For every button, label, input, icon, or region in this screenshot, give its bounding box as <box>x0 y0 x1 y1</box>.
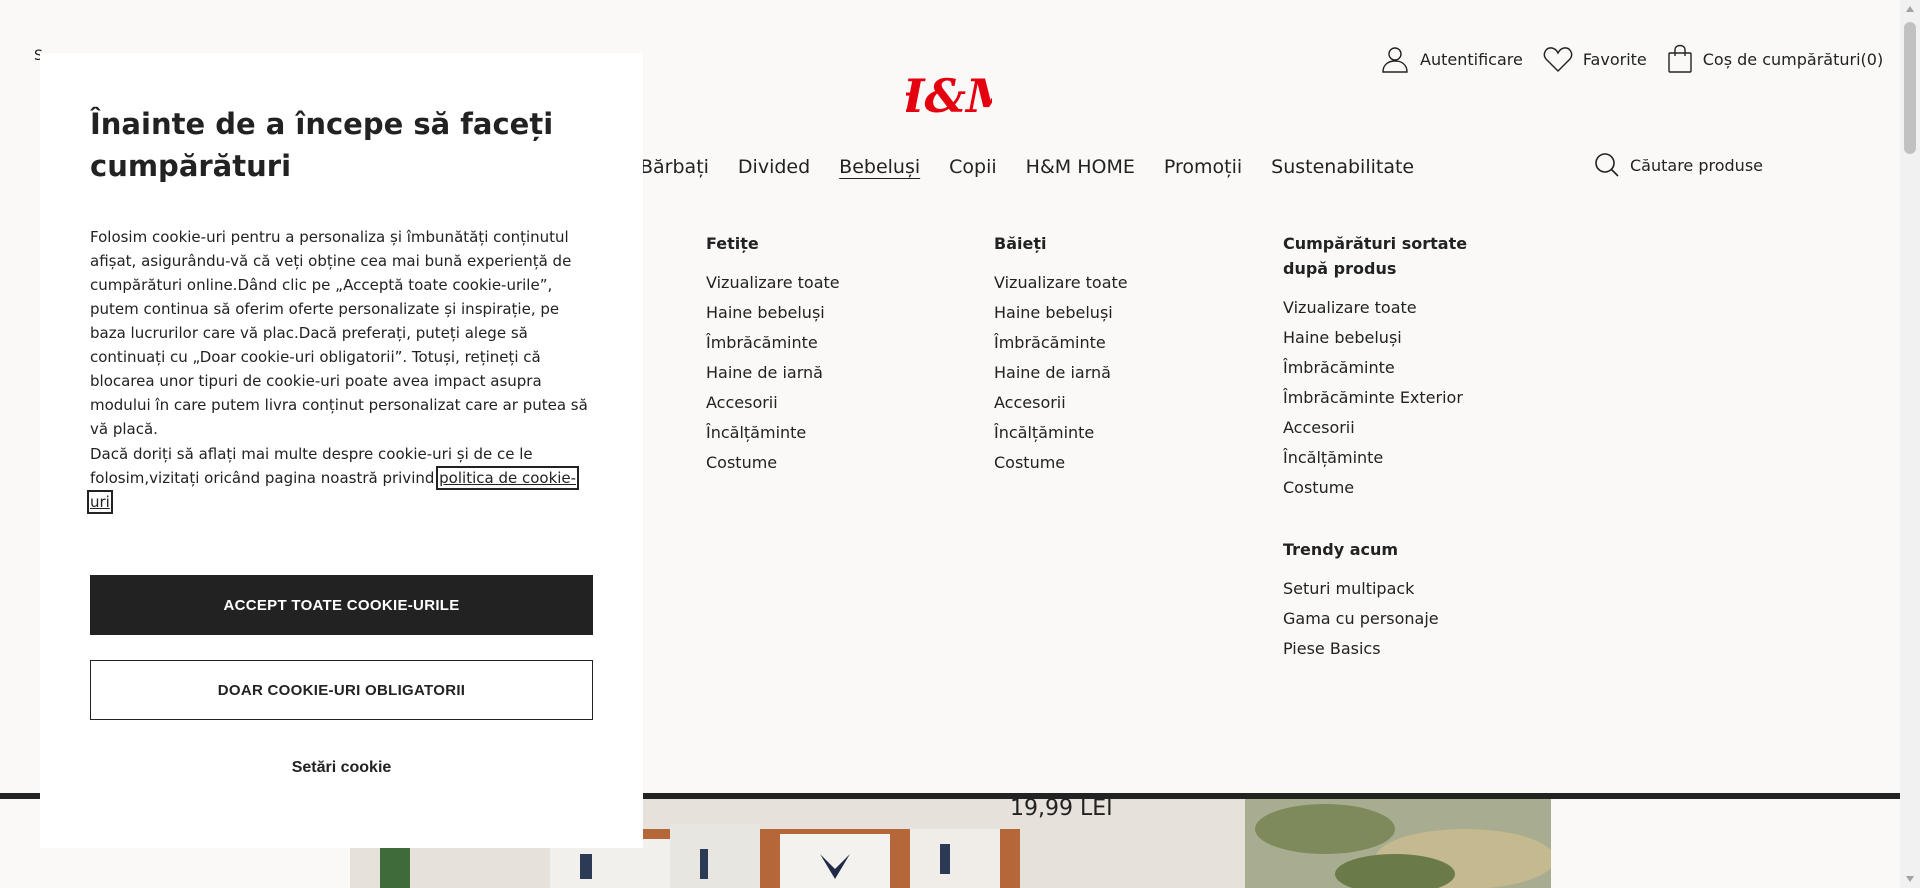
dropdown-item[interactable]: Vizualizare toate <box>706 268 840 298</box>
plants-illustration <box>1245 799 1551 888</box>
dropdown-title-trending: Trendy acum <box>1283 540 1399 559</box>
dropdown-title-by-product: Cumpărături sortate după produs <box>1283 234 1468 278</box>
dropdown-item[interactable]: Piese Basics <box>1283 634 1439 664</box>
search-field[interactable]: Căutare produse <box>1594 152 1763 178</box>
cart-link[interactable]: Coș de cumpărături(0) <box>1667 44 1883 74</box>
main-navigation: Bărbați Divided Bebeluși Copii H&M HOME … <box>640 156 1443 178</box>
banner-image-plants[interactable] <box>1245 799 1551 888</box>
dropdown-item[interactable]: Încălțăminte <box>706 418 840 448</box>
dropdown-col-trending: Trendy acum Seturi multipack Gama cu per… <box>1283 537 1439 664</box>
dropdown-list-by-product: Vizualizare toate Haine bebeluși Îmbrăcă… <box>1283 293 1513 503</box>
accept-all-cookies-button[interactable]: ACCEPT TOATE COOKIE-URILE <box>90 575 593 635</box>
dropdown-col-by-product: Cumpărături sortate după produs Vizualiz… <box>1283 231 1513 503</box>
dropdown-item[interactable]: Încălțăminte <box>1283 443 1513 473</box>
dropdown-item[interactable]: Seturi multipack <box>1283 574 1439 604</box>
favorites-link[interactable]: Favorite <box>1543 45 1647 73</box>
dropdown-item[interactable]: Costume <box>994 448 1128 478</box>
scroll-down-arrow-icon[interactable] <box>1906 876 1914 882</box>
cookie-description: Folosim cookie-uri pentru a personaliza … <box>90 228 588 438</box>
nav-sale[interactable]: Promoții <box>1164 156 1242 178</box>
hm-logo[interactable]: H&M <box>906 64 992 124</box>
dropdown-item[interactable]: Îmbrăcăminte <box>1283 353 1513 383</box>
required-cookies-only-button[interactable]: DOAR COOKIE-URI OBLIGATORII <box>90 660 593 720</box>
nav-baby[interactable]: Bebeluși <box>839 156 920 178</box>
nav-kids[interactable]: Copii <box>949 156 997 178</box>
dropdown-item[interactable]: Vizualizare toate <box>994 268 1128 298</box>
heart-icon <box>1543 47 1573 72</box>
dropdown-item[interactable]: Haine bebeluși <box>994 298 1128 328</box>
dropdown-title-girls: Fetițe <box>706 234 759 253</box>
cookie-settings-button[interactable]: Setări cookie <box>90 753 593 783</box>
dropdown-list-boys: Vizualizare toate Haine bebeluși Îmbrăcă… <box>994 268 1128 478</box>
dropdown-item[interactable]: Haine de iarnă <box>706 358 840 388</box>
dropdown-item[interactable]: Gama cu personaje <box>1283 604 1439 634</box>
account-utilities: Autentificare Favorite Coș de cumpărătur… <box>1380 44 1883 74</box>
nav-men[interactable]: Bărbați <box>640 156 709 178</box>
page-scrollbar[interactable] <box>1900 0 1920 888</box>
scroll-up-arrow-icon[interactable] <box>1906 6 1914 12</box>
dropdown-item[interactable]: Accesorii <box>1283 413 1513 443</box>
dropdown-item[interactable]: Haine bebeluși <box>706 298 840 328</box>
search-icon <box>1595 153 1619 177</box>
cookie-more-info: Dacă doriți să aflați mai multe despre c… <box>86 442 595 514</box>
dropdown-item[interactable]: Costume <box>706 448 840 478</box>
cart-label: Coș de cumpărături(0) <box>1702 49 1884 69</box>
logo-text: H&M <box>906 69 992 123</box>
nav-divided[interactable]: Divided <box>738 156 810 178</box>
dropdown-item[interactable]: Accesorii <box>994 388 1128 418</box>
shopping-bag-icon <box>1668 44 1692 73</box>
dropdown-item[interactable]: Încălțăminte <box>994 418 1128 448</box>
nav-home[interactable]: H&M HOME <box>1026 156 1135 178</box>
login-label: Autentificare <box>1420 49 1523 69</box>
dropdown-col-girls: Fetițe Vizualizare toate Haine bebeluși … <box>706 231 840 478</box>
dropdown-item[interactable]: Vizualizare toate <box>1283 293 1513 323</box>
dropdown-item[interactable]: Haine bebeluși <box>1283 323 1513 353</box>
search-placeholder: Căutare produse <box>1630 155 1763 175</box>
login-link[interactable]: Autentificare <box>1380 44 1523 74</box>
dropdown-item[interactable]: Costume <box>1283 473 1513 503</box>
dropdown-item[interactable]: Îmbrăcăminte Exterior <box>1283 383 1513 413</box>
dropdown-list-girls: Vizualizare toate Haine bebeluși Îmbrăcă… <box>706 268 840 478</box>
dropdown-list-trending: Seturi multipack Gama cu personaje Piese… <box>1283 574 1439 664</box>
scroll-thumb[interactable] <box>1904 22 1916 154</box>
dropdown-item[interactable]: Accesorii <box>706 388 840 418</box>
dropdown-title-boys: Băieți <box>994 234 1047 253</box>
nav-sustainability[interactable]: Sustenabilitate <box>1271 156 1414 178</box>
user-icon <box>1382 47 1408 73</box>
dropdown-item[interactable]: Îmbrăcăminte <box>706 328 840 358</box>
cookie-more-info-period: . <box>109 493 115 511</box>
cookie-consent-dialog: Înainte de a începe să faceți cumpărătur… <box>40 53 643 848</box>
dropdown-item[interactable]: Îmbrăcăminte <box>994 328 1128 358</box>
dropdown-item[interactable]: Haine de iarnă <box>994 358 1128 388</box>
dropdown-col-boys: Băieți Vizualizare toate Haine bebeluși … <box>994 231 1128 478</box>
banner-price: 19,99 LEI <box>1010 796 1113 821</box>
cookie-title: Înainte de a începe să faceți cumpărătur… <box>90 107 554 183</box>
favorites-label: Favorite <box>1582 49 1647 69</box>
